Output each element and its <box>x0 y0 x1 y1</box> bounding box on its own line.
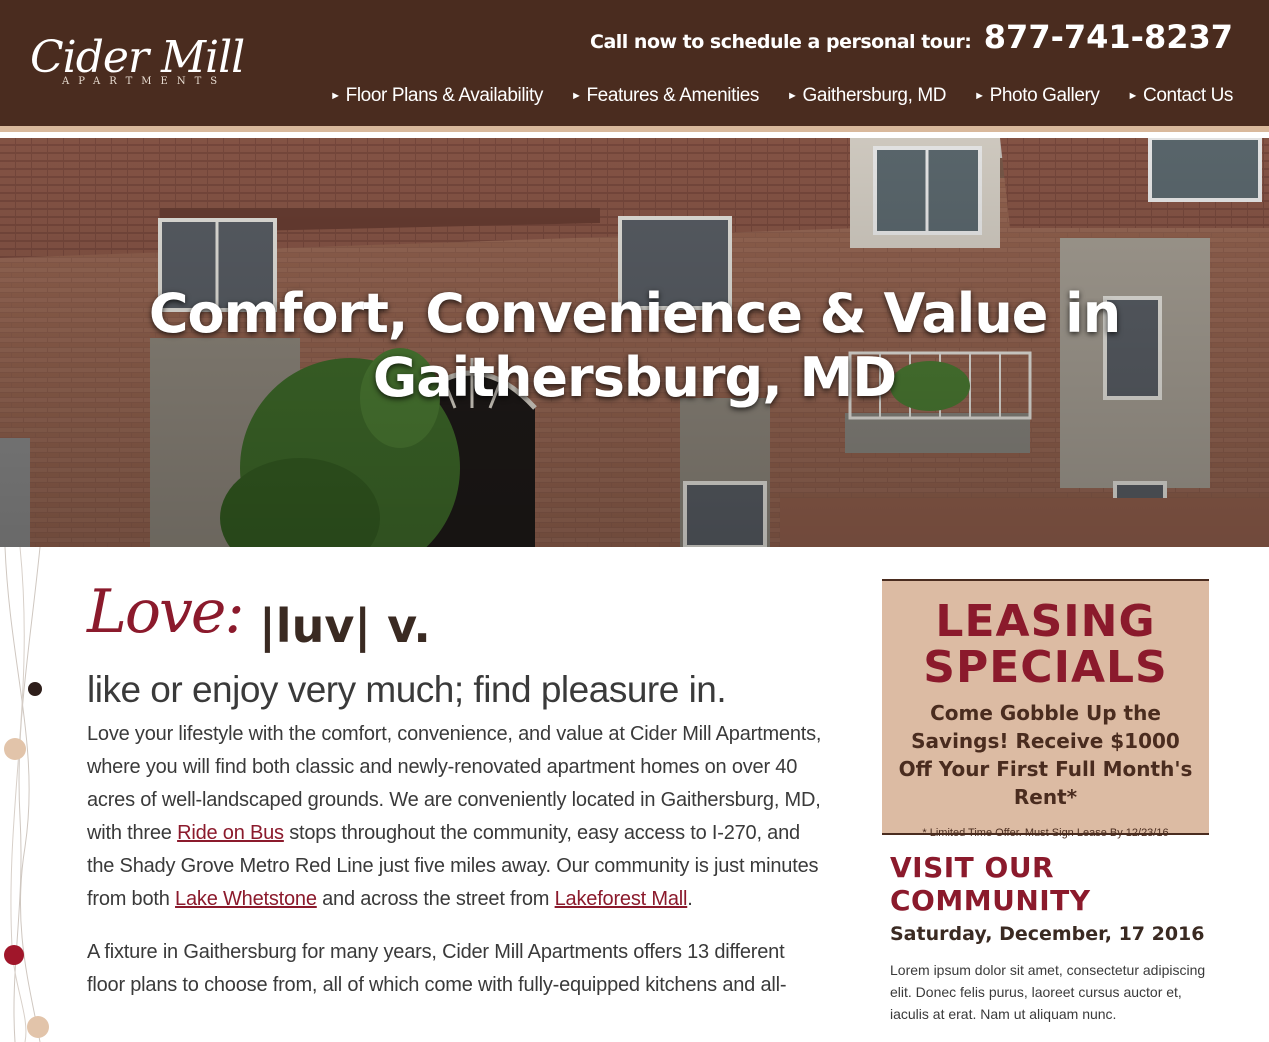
nav-features[interactable]: ► Features & Amenities <box>571 85 759 107</box>
phone-number[interactable]: 877-741-8237 <box>984 18 1233 56</box>
site-header: Cider Mill APARTMENTS Call now to schedu… <box>0 0 1269 132</box>
visit-community-title: VISIT OUR COMMUNITY <box>890 851 1210 917</box>
lake-whetstone-link[interactable]: Lake Whetstone <box>175 888 317 910</box>
call-now: Call now to schedule a personal tour: 87… <box>590 18 1233 56</box>
lakeforest-mall-link[interactable]: Lakeforest Mall <box>555 888 688 910</box>
nav-label: Features & Amenities <box>586 85 760 106</box>
nav-arrow-icon: ► <box>787 90 798 102</box>
main-content: Love: |luv| v. like or enjoy very much; … <box>87 575 827 1002</box>
vine-dot-tan-2 <box>27 1016 49 1038</box>
visit-community-section: VISIT OUR COMMUNITY Saturday, December, … <box>890 851 1210 1025</box>
specials-fine-print: * Limited Time Offer. Must Sign Lease By… <box>922 827 1169 839</box>
nav-label: Floor Plans & Availability <box>345 85 544 106</box>
nav-arrow-icon: ► <box>974 90 985 102</box>
nav-arrow-icon: ► <box>570 90 582 102</box>
hero-title: Comfort, Convenience & Value in Gaithers… <box>0 282 1269 410</box>
hero-title-line-2: Gaithersburg, MD <box>372 346 897 409</box>
specials-title-line-2: SPECIALS <box>923 642 1168 693</box>
intro-text-4: . <box>687 888 693 910</box>
vine-dot-tan <box>4 738 26 760</box>
nav-floor-plans[interactable]: ► Floor Plans & Availability <box>330 85 543 107</box>
nav-label: Gaithersburg, MD <box>802 85 947 106</box>
nav-gaithersburg[interactable]: ► Gaithersburg, MD <box>787 85 946 107</box>
decorative-vines <box>4 547 49 1042</box>
vine-dot-red <box>4 945 24 965</box>
love-definition-heading: Love: |luv| v. <box>87 575 827 667</box>
intro-text-3: and across the street from <box>316 888 555 910</box>
visit-description: Lorem ipsum dolor sit amet, consectetur … <box>890 962 1206 1022</box>
love-tagline: like or enjoy very much; find pleasure i… <box>87 669 727 710</box>
visit-title-line-2: COMMUNITY <box>890 884 1091 917</box>
visit-date: Saturday, December, 17 2016 <box>890 923 1205 945</box>
nav-label: Photo Gallery <box>989 85 1100 106</box>
love-pronunciation: |luv| v. <box>259 599 431 653</box>
leasing-specials-title: LEASING SPECIALS <box>882 599 1209 691</box>
nav-arrow-icon: ► <box>330 90 341 102</box>
love-word: Love: <box>87 577 245 647</box>
call-now-label: Call now to schedule a personal tour: <box>590 31 972 53</box>
nav-arrow-icon: ► <box>1127 90 1139 102</box>
visit-title-line-1: VISIT OUR <box>890 851 1055 884</box>
intro-paragraph: Love your lifestyle with the comfort, co… <box>87 718 827 916</box>
hero-title-line-1: Comfort, Convenience & Value in <box>148 282 1121 345</box>
hero-banner: Comfort, Convenience & Value in Gaithers… <box>0 138 1269 547</box>
site-logo[interactable]: Cider Mill APARTMENTS <box>30 32 260 104</box>
leasing-specials-box: LEASING SPECIALS Come Gobble Up the Savi… <box>882 579 1209 839</box>
nav-photo-gallery[interactable]: ► Photo Gallery <box>974 85 1100 107</box>
vine-dot-dark <box>28 682 42 696</box>
specials-title-line-1: LEASING <box>935 596 1156 647</box>
main-nav: ► Floor Plans & Availability ► Features & … <box>330 85 1233 107</box>
nav-contact[interactable]: ► Contact Us <box>1127 85 1234 107</box>
specials-offer: Come Gobble Up the Savings! Receive $100… <box>898 701 1193 809</box>
fixture-paragraph: A fixture in Gaithersburg for many years… <box>87 941 787 996</box>
nav-label: Contact Us <box>1143 85 1233 106</box>
ride-on-bus-link[interactable]: Ride on Bus <box>177 822 284 844</box>
